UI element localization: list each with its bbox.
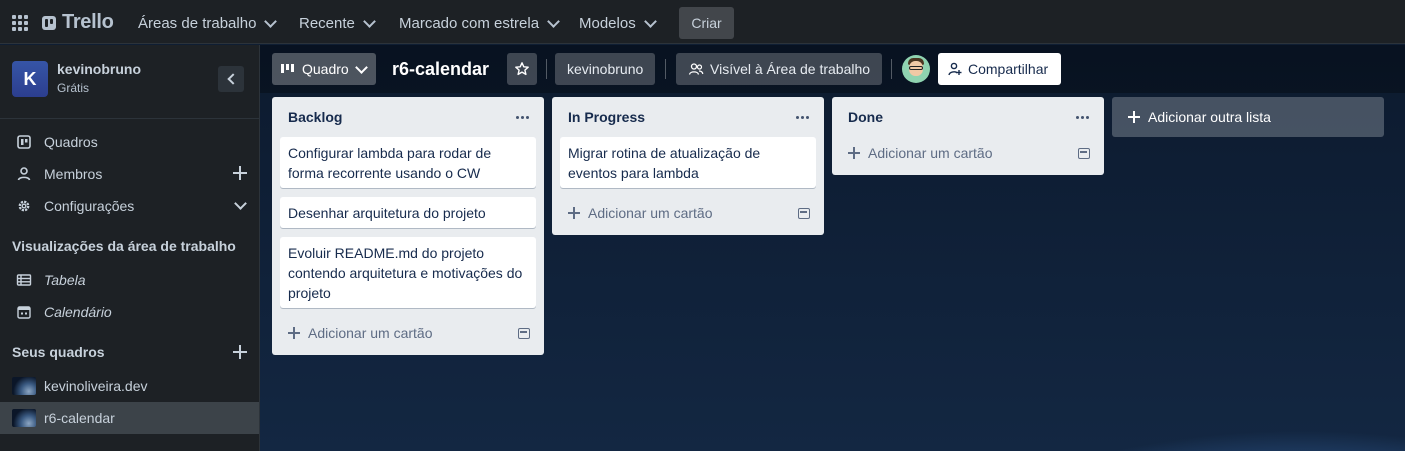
your-boards-heading: Seus quadros [12, 344, 105, 360]
share-label: Compartilhar [968, 61, 1049, 77]
card-template-icon[interactable] [798, 208, 810, 219]
nav-starred[interactable]: Marcado com estrela [399, 8, 560, 38]
create-button[interactable]: Criar [679, 7, 734, 39]
add-person-icon [948, 62, 962, 76]
nav-workspaces[interactable]: Áreas de trabalho [138, 8, 278, 38]
list-title[interactable]: Done [848, 109, 883, 125]
member-avatar[interactable] [902, 55, 930, 83]
nav-recent[interactable]: Recente [299, 8, 376, 38]
card[interactable]: Evoluir README.md do projeto contendo ar… [280, 237, 536, 308]
sidebar-board-label: kevinoliveira.dev [44, 378, 148, 394]
card[interactable]: Migrar rotina de atualização de eventos … [560, 137, 816, 188]
add-card-button[interactable]: Adicionar um cartão [848, 142, 993, 164]
board-thumbnail [12, 409, 36, 427]
list-backlog: Backlog Configurar lambda para rodar de … [272, 97, 544, 355]
sidebar-divider [0, 118, 259, 119]
add-list-button[interactable]: Adicionar outra lista [1112, 97, 1384, 137]
card-template-icon[interactable] [518, 328, 530, 339]
add-card-label: Adicionar um cartão [588, 205, 713, 221]
sidebar-board-r6-calendar[interactable]: r6-calendar [0, 402, 259, 434]
add-card-label: Adicionar um cartão [308, 325, 433, 341]
sidebar-board-label: r6-calendar [44, 410, 115, 426]
plus-icon [288, 327, 300, 339]
card[interactable]: Desenhar arquitetura do projeto [280, 197, 536, 228]
plus-icon [1128, 111, 1140, 123]
sidebar-item-table-view[interactable]: Tabela [0, 264, 259, 296]
gear-icon [18, 200, 30, 212]
view-switcher-label: Quadro [302, 61, 349, 77]
chevron-down-icon [547, 14, 560, 28]
workspace-button[interactable]: kevinobruno [555, 53, 656, 85]
visibility-button[interactable]: Visível à Área de trabalho [676, 53, 883, 85]
board-canvas: Quadro r6-calendar kevinobruno Visível à… [260, 45, 1405, 451]
add-card-button[interactable]: Adicionar um cartão [568, 202, 713, 224]
views-heading: Visualizações da área de trabalho [12, 238, 236, 254]
sidebar-item-label: Tabela [44, 272, 86, 288]
team-visibility-icon [688, 63, 704, 75]
trello-logo[interactable]: Trello [42, 11, 114, 34]
card[interactable]: Configurar lambda para rodar de forma re… [280, 137, 536, 188]
chevron-down-icon [363, 14, 376, 28]
list-menu-icon[interactable] [796, 116, 810, 119]
sidebar-item-label: Configurações [44, 198, 135, 214]
logo-text: Trello [62, 11, 114, 33]
nav-starred-label: Marcado com estrela [399, 14, 540, 32]
header-separator [891, 59, 892, 79]
trello-logo-icon [42, 15, 56, 30]
sidebar-board-kevinoliveira-dev[interactable]: kevinoliveira.dev [0, 370, 259, 402]
plus-icon [568, 207, 580, 219]
header-separator [546, 59, 547, 79]
nav-templates[interactable]: Modelos [579, 8, 657, 38]
sidebar-item-label: Calendário [44, 304, 112, 320]
board-view-icon [281, 64, 294, 73]
chevron-down-icon [643, 14, 657, 28]
board-thumbnail [12, 377, 36, 395]
workspace-sidebar: K kevinobruno Grátis Quadros Membros Con… [0, 45, 260, 451]
chevron-down-icon [354, 60, 368, 74]
table-icon [16, 274, 32, 286]
list-title[interactable]: Backlog [288, 109, 342, 125]
card-template-icon[interactable] [1078, 148, 1090, 159]
plus-icon [848, 147, 860, 159]
list-title[interactable]: In Progress [568, 109, 645, 125]
board-view-switcher[interactable]: Quadro [272, 53, 376, 85]
list-menu-icon[interactable] [1076, 116, 1090, 119]
star-icon [515, 62, 529, 76]
header-separator [665, 59, 666, 79]
nav-templates-label: Modelos [579, 14, 636, 32]
sidebar-item-calendar-view[interactable]: Calendário [0, 296, 259, 328]
list-in-progress: In Progress Migrar rotina de atualização… [552, 97, 824, 235]
sidebar-item-label: Quadros [44, 134, 98, 150]
sidebar-item-settings[interactable]: Configurações [0, 190, 259, 222]
board-title[interactable]: r6-calendar [392, 53, 489, 85]
add-board-plus-icon[interactable] [233, 345, 247, 359]
person-icon [17, 167, 31, 181]
chevron-down-icon[interactable] [233, 198, 247, 212]
visibility-label: Visível à Área de trabalho [710, 61, 871, 77]
workspace-plan: Grátis [57, 81, 90, 95]
chevron-down-icon [264, 14, 278, 28]
list-done: Done Adicionar um cartão [832, 97, 1104, 175]
board-icon [17, 135, 31, 149]
sidebar-item-boards[interactable]: Quadros [0, 126, 259, 158]
avatar-glasses [909, 66, 923, 70]
nav-recent-label: Recente [299, 14, 355, 32]
add-member-plus-icon[interactable] [233, 166, 247, 180]
sidebar-item-members[interactable]: Membros [0, 158, 259, 190]
share-button[interactable]: Compartilhar [938, 53, 1061, 85]
apps-grid-icon[interactable] [12, 15, 28, 31]
workspace-name[interactable]: kevinobruno [57, 61, 141, 77]
list-menu-icon[interactable] [516, 116, 530, 119]
calendar-icon [17, 306, 31, 319]
collapse-sidebar-button[interactable] [218, 66, 244, 92]
top-navigation-bar: Trello Áreas de trabalho Recente Marcado… [0, 0, 1405, 44]
nav-workspaces-label: Áreas de trabalho [138, 14, 257, 32]
star-board-button[interactable] [507, 53, 537, 85]
workspace-avatar[interactable]: K [12, 61, 48, 97]
add-card-button[interactable]: Adicionar um cartão [288, 322, 433, 344]
add-card-label: Adicionar um cartão [868, 145, 993, 161]
add-list-label: Adicionar outra lista [1148, 109, 1271, 125]
sidebar-item-label: Membros [44, 166, 103, 182]
